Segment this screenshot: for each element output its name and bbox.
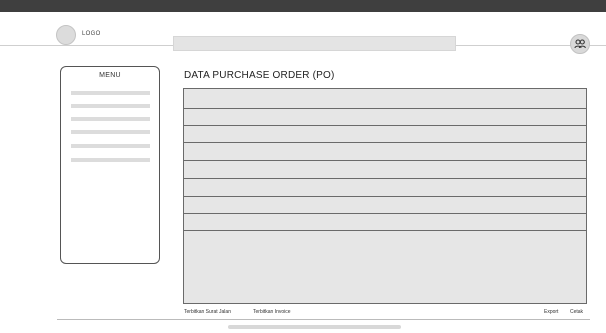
logo-icon xyxy=(56,25,76,45)
table-row[interactable] xyxy=(184,178,586,179)
table-row[interactable] xyxy=(184,160,586,161)
table-row[interactable] xyxy=(184,142,586,143)
terbitkan-surat-jalan-link[interactable]: Terbitkan Surat Jalan xyxy=(184,309,231,315)
user-account-button[interactable] xyxy=(570,34,590,54)
horizontal-scrollbar[interactable] xyxy=(228,325,401,329)
menu-item[interactable] xyxy=(71,91,150,95)
purchase-order-table xyxy=(183,88,587,304)
table-row[interactable] xyxy=(184,125,586,126)
menu-item[interactable] xyxy=(71,104,150,108)
app-header: LOGO xyxy=(0,12,606,54)
export-link[interactable]: Export xyxy=(544,309,558,315)
search-bar[interactable] xyxy=(173,36,456,51)
table-row[interactable] xyxy=(184,196,586,197)
cetak-link[interactable]: Cetak xyxy=(570,309,583,315)
table-row[interactable] xyxy=(184,108,586,109)
sidebar-menu: MENU xyxy=(60,66,160,264)
page-title: DATA PURCHASE ORDER (PO) xyxy=(184,70,335,81)
table-row[interactable] xyxy=(184,230,586,231)
window-top-bar xyxy=(0,0,606,12)
logo-text: LOGO xyxy=(82,31,101,37)
menu-item[interactable] xyxy=(71,117,150,121)
table-row[interactable] xyxy=(184,213,586,214)
footer-divider xyxy=(57,319,590,320)
menu-item[interactable] xyxy=(71,158,150,162)
terbitkan-invoice-link[interactable]: Terbitkan Invoice xyxy=(253,309,291,315)
menu-item[interactable] xyxy=(71,144,150,148)
menu-item[interactable] xyxy=(71,130,150,134)
menu-title: MENU xyxy=(99,72,121,79)
users-icon xyxy=(574,39,586,49)
